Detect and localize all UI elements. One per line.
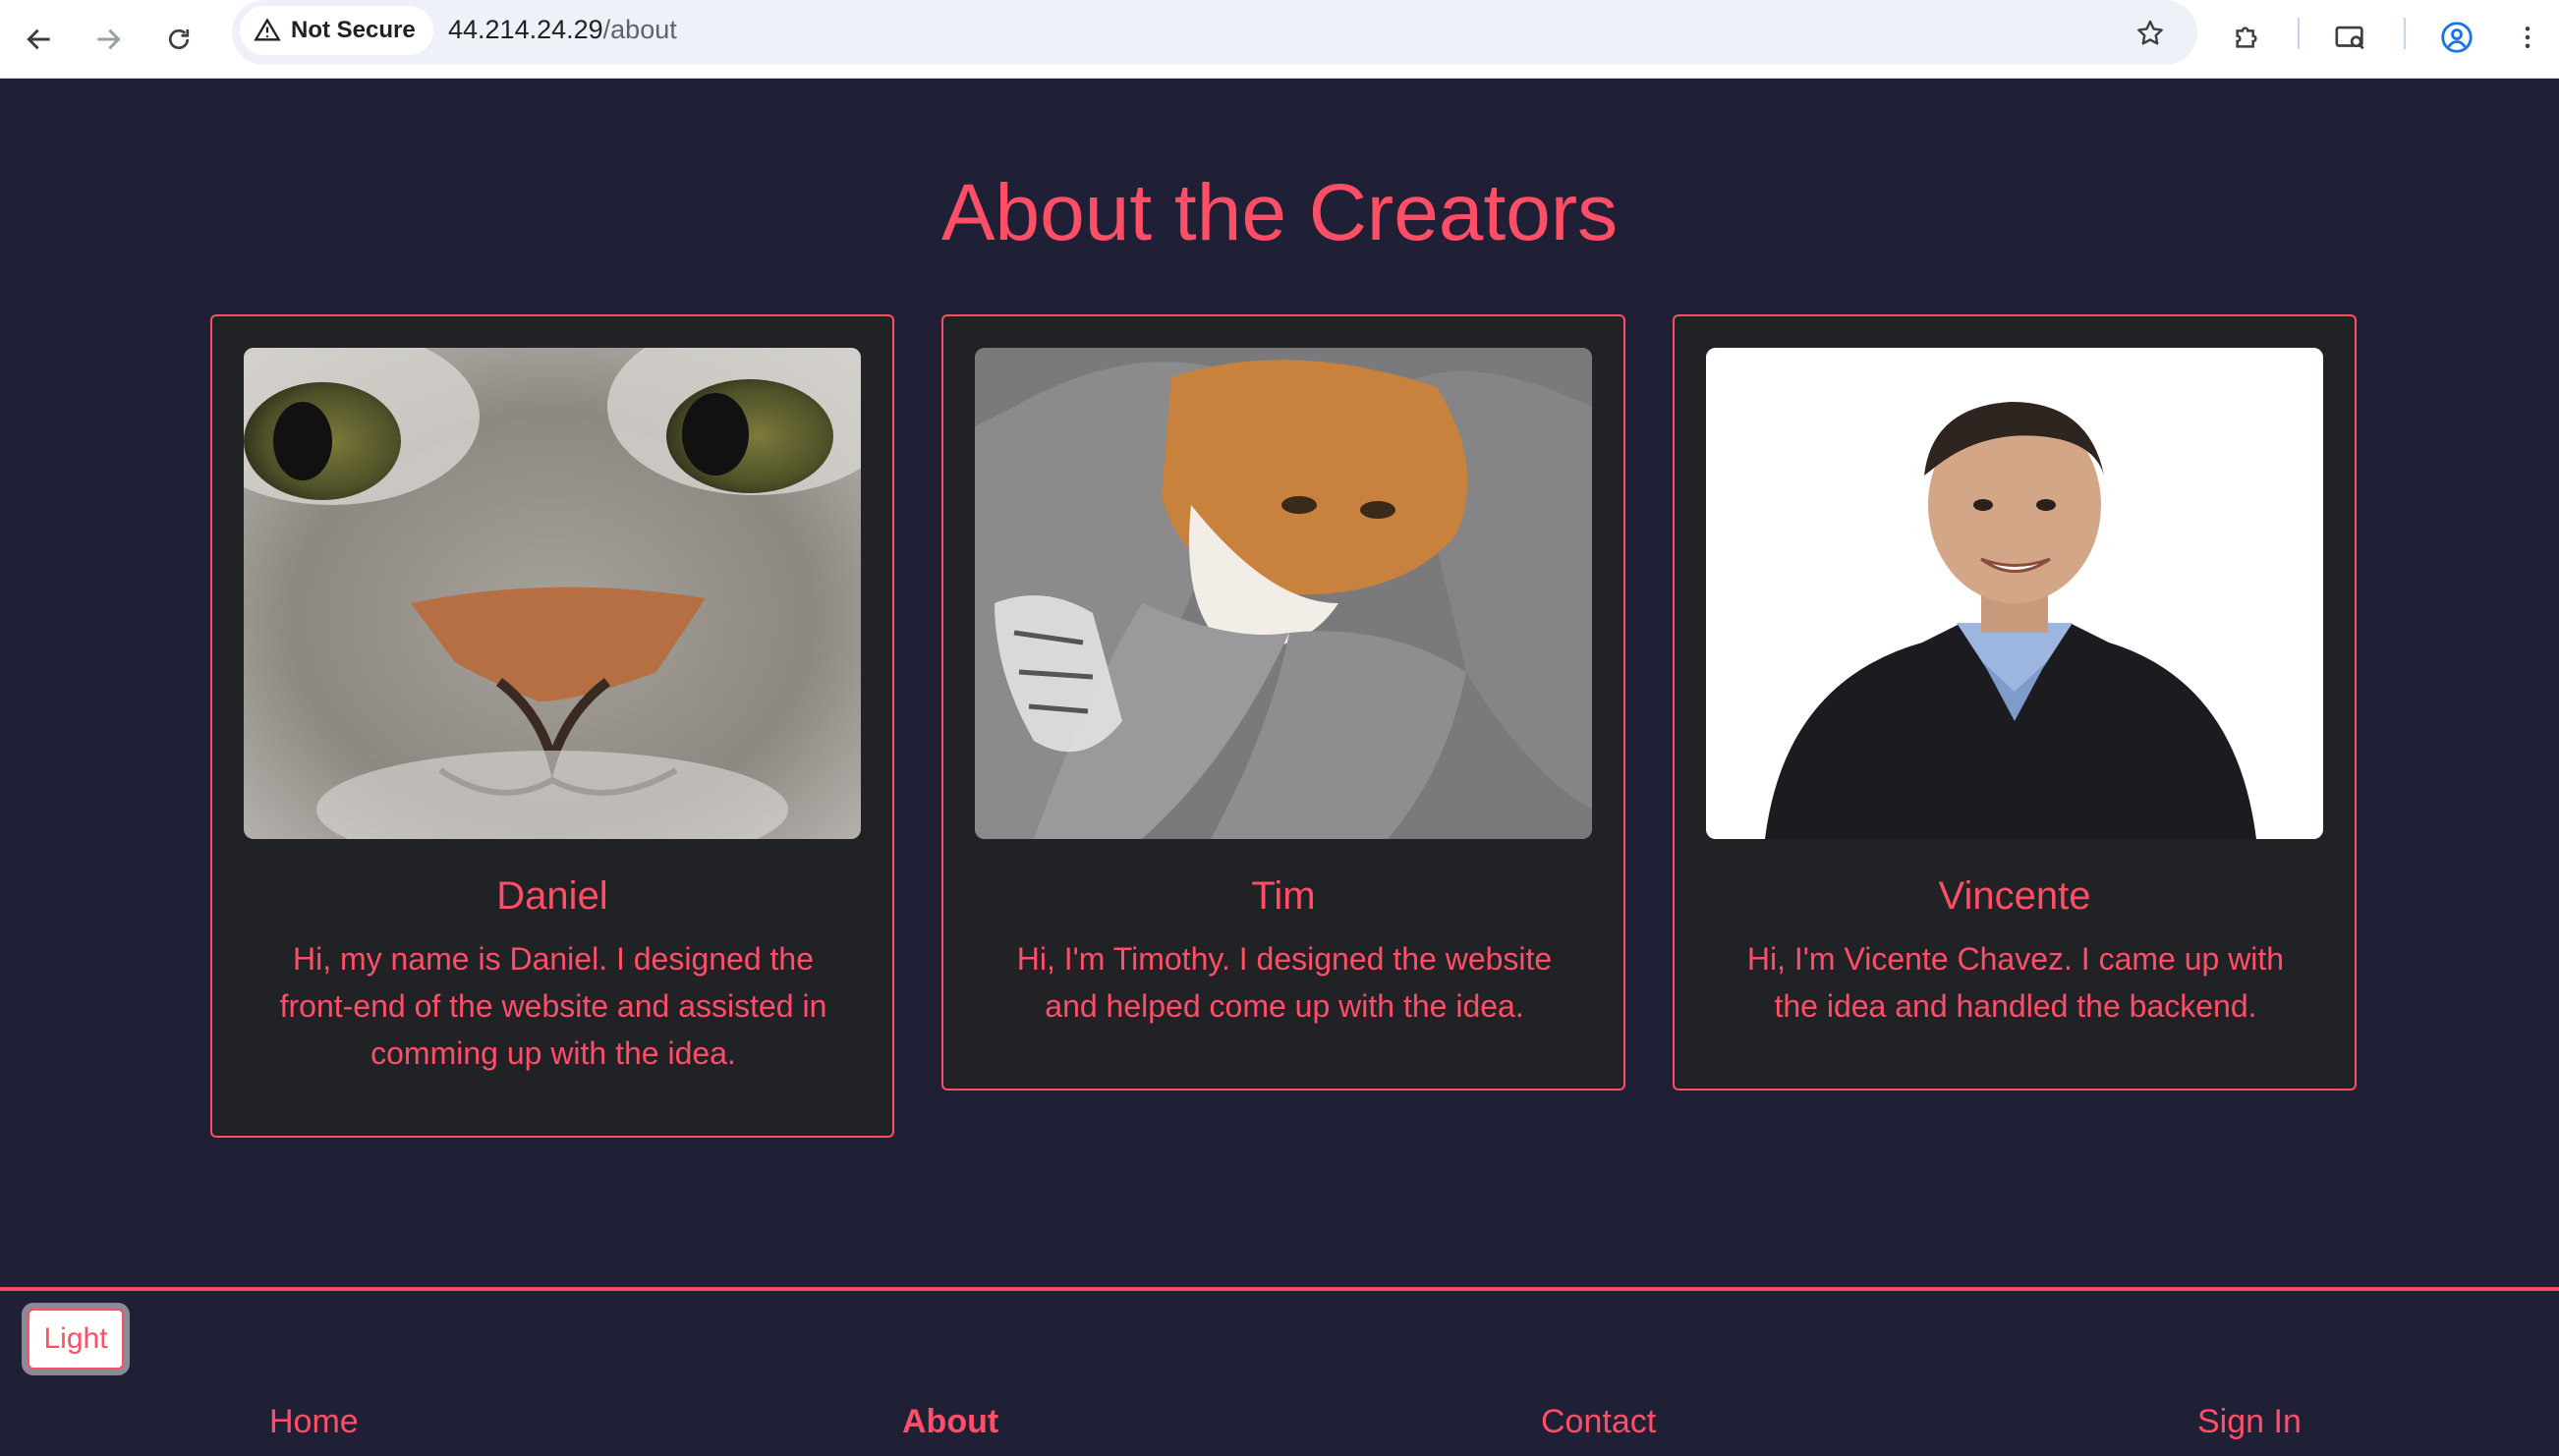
footer-divider [0, 1287, 2559, 1291]
tab-search-button[interactable] [2325, 12, 2376, 63]
security-label: Not Secure [291, 17, 416, 43]
creator-photo [975, 348, 1592, 839]
creator-bio: Hi, I'm Timothy. I designed the website … [1016, 941, 1553, 1024]
creator-card-vincente: Vincente Hi, I'm Vicente Chavez. I came … [1673, 314, 2357, 1091]
creator-bio: Hi, my name is Daniel. I designed the fr… [279, 941, 827, 1071]
creator-name: Tim [1251, 874, 1316, 918]
back-button[interactable] [14, 14, 65, 65]
footer-link-about[interactable]: About [902, 1403, 998, 1441]
creator-card-daniel: Daniel Hi, my name is Daniel. I designed… [210, 314, 894, 1138]
theme-toggle-button[interactable]: Light [22, 1303, 130, 1375]
creator-name: Daniel [496, 874, 608, 918]
forward-arrow-icon [97, 28, 121, 50]
menu-button[interactable] [2502, 12, 2553, 63]
cat-in-robe-photo [975, 348, 1592, 839]
extensions-button[interactable] [2221, 12, 2272, 63]
creator-photo [244, 348, 861, 839]
warning-icon [254, 18, 281, 41]
reload-icon [168, 28, 190, 50]
reload-button[interactable] [153, 14, 204, 65]
page-title: About the Creators [940, 168, 1619, 257]
creator-name: Vincente [1938, 874, 2091, 918]
kebab-menu-icon [2525, 27, 2531, 48]
star-icon [2137, 20, 2163, 45]
footer-link-contact[interactable]: Contact [1541, 1403, 1656, 1441]
profile-button[interactable] [2431, 12, 2482, 63]
portrait-photo [1706, 348, 2323, 839]
cat-closeup-photo [244, 348, 861, 839]
url-host: 44.214.24.29 [448, 15, 603, 44]
toolbar-separator [2298, 18, 2300, 49]
theme-toggle-label: Light [28, 1309, 124, 1370]
footer-link-sign-in[interactable]: Sign In [2197, 1403, 2302, 1441]
back-arrow-icon [27, 28, 50, 50]
browser-toolbar: Not Secure 44.214.24.29/about [0, 0, 2559, 79]
security-indicator[interactable]: Not Secure [240, 6, 433, 55]
address-bar[interactable]: Not Secure 44.214.24.29/about [232, 0, 2197, 65]
url-path: /about [602, 15, 677, 44]
screen-search-icon [2335, 26, 2364, 50]
creator-photo [1706, 348, 2323, 839]
forward-button[interactable] [83, 14, 134, 65]
account-icon [2441, 22, 2473, 53]
creator-bio: Hi, I'm Vicente Chavez. I came up with t… [1746, 941, 2285, 1024]
toolbar-separator [2404, 18, 2406, 49]
puzzle-icon [2236, 27, 2257, 48]
footer-link-home[interactable]: Home [269, 1403, 359, 1441]
bookmark-star-button[interactable] [2131, 14, 2170, 53]
url-text[interactable]: 44.214.24.29/about [448, 15, 677, 45]
creator-card-tim: Tim Hi, I'm Timothy. I designed the webs… [941, 314, 1625, 1091]
